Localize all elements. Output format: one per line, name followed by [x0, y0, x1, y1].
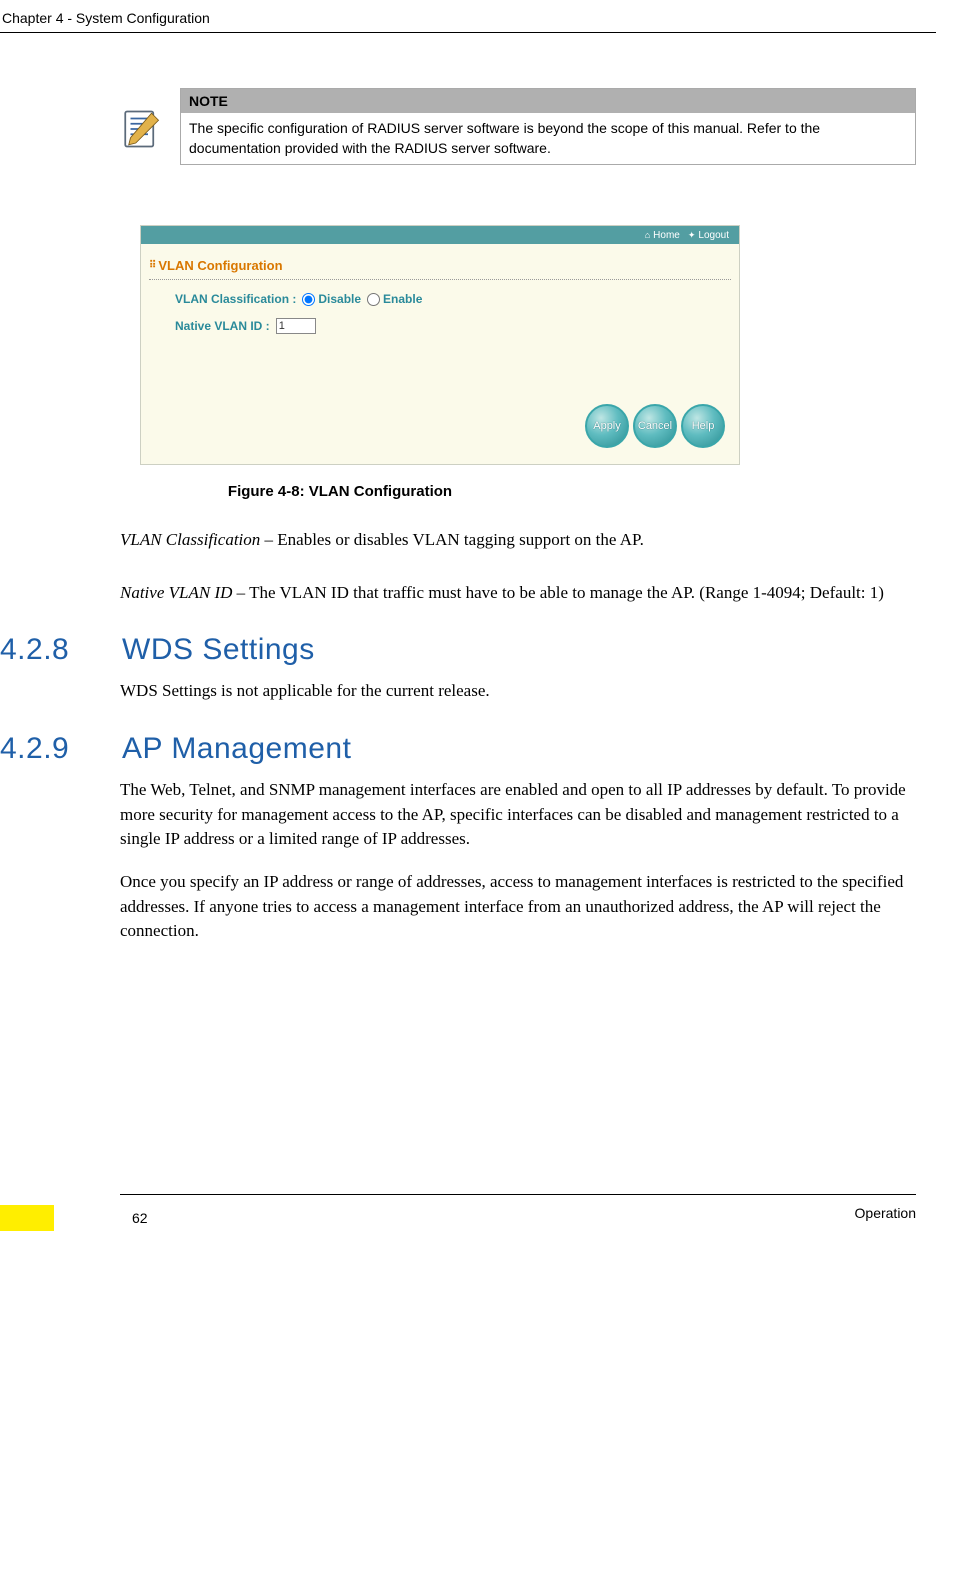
paragraph: Once you specify an IP address or range …: [120, 870, 916, 944]
enable-radio[interactable]: Enable: [367, 292, 422, 306]
section-number: 4.2.9: [0, 732, 92, 766]
footer-label: Operation: [855, 1205, 916, 1231]
chapter-header: Chapter 4 - System Configuration: [0, 10, 936, 32]
section-heading: 4.2.8 WDS Settings: [0, 633, 916, 667]
page-number: 62: [132, 1210, 148, 1226]
home-icon: ⌂: [645, 230, 650, 240]
footer: 62 Operation: [0, 1194, 936, 1251]
panel-title: ⠿ VLAN Configuration: [149, 258, 731, 280]
note-icon: [120, 108, 162, 150]
vlan-config-panel: ⌂Home ✦Logout ⠿ VLAN Configuration VLAN …: [140, 225, 740, 465]
section-number: 4.2.8: [0, 633, 92, 667]
note-heading: NOTE: [181, 89, 915, 113]
section-title: AP Management: [122, 732, 351, 766]
term: VLAN Classification: [120, 530, 260, 549]
section-title: WDS Settings: [122, 633, 315, 667]
native-vlan-label: Native VLAN ID :: [175, 319, 270, 333]
grid-icon: ⠿: [149, 260, 154, 271]
paragraph: WDS Settings is not applicable for the c…: [120, 679, 916, 704]
cancel-button[interactable]: Cancel: [633, 404, 677, 448]
help-button[interactable]: Help: [681, 404, 725, 448]
enable-radio-input[interactable]: [367, 293, 380, 306]
disable-radio[interactable]: Disable: [302, 292, 361, 306]
paragraph: The Web, Telnet, and SNMP management int…: [120, 778, 916, 852]
panel-topbar: ⌂Home ✦Logout: [141, 226, 739, 244]
figure: ⌂Home ✦Logout ⠿ VLAN Configuration VLAN …: [140, 225, 916, 500]
vlan-classification-row: VLAN Classification : Disable Enable: [175, 292, 731, 306]
vlan-classification-label: VLAN Classification :: [175, 292, 296, 306]
section-heading: 4.2.9 AP Management: [0, 732, 916, 766]
divider: [0, 32, 936, 33]
term: Native VLAN ID: [120, 583, 232, 602]
home-link[interactable]: ⌂Home: [645, 230, 680, 241]
paragraph: Native VLAN ID – The VLAN ID that traffi…: [120, 581, 916, 606]
note-body: The specific configuration of RADIUS ser…: [181, 113, 915, 164]
divider: [120, 1194, 916, 1195]
apply-button[interactable]: Apply: [585, 404, 629, 448]
page-marker: [0, 1205, 54, 1231]
logout-icon: ✦: [688, 230, 696, 241]
paragraph: VLAN Classification – Enables or disable…: [120, 528, 916, 553]
native-vlan-input[interactable]: [276, 318, 316, 334]
disable-radio-input[interactable]: [302, 293, 315, 306]
figure-caption: Figure 4-8: VLAN Configuration: [40, 483, 640, 500]
logout-link[interactable]: ✦Logout: [688, 230, 729, 241]
native-vlan-row: Native VLAN ID :: [175, 318, 731, 334]
note-block: NOTE The specific configuration of RADIU…: [120, 88, 916, 165]
